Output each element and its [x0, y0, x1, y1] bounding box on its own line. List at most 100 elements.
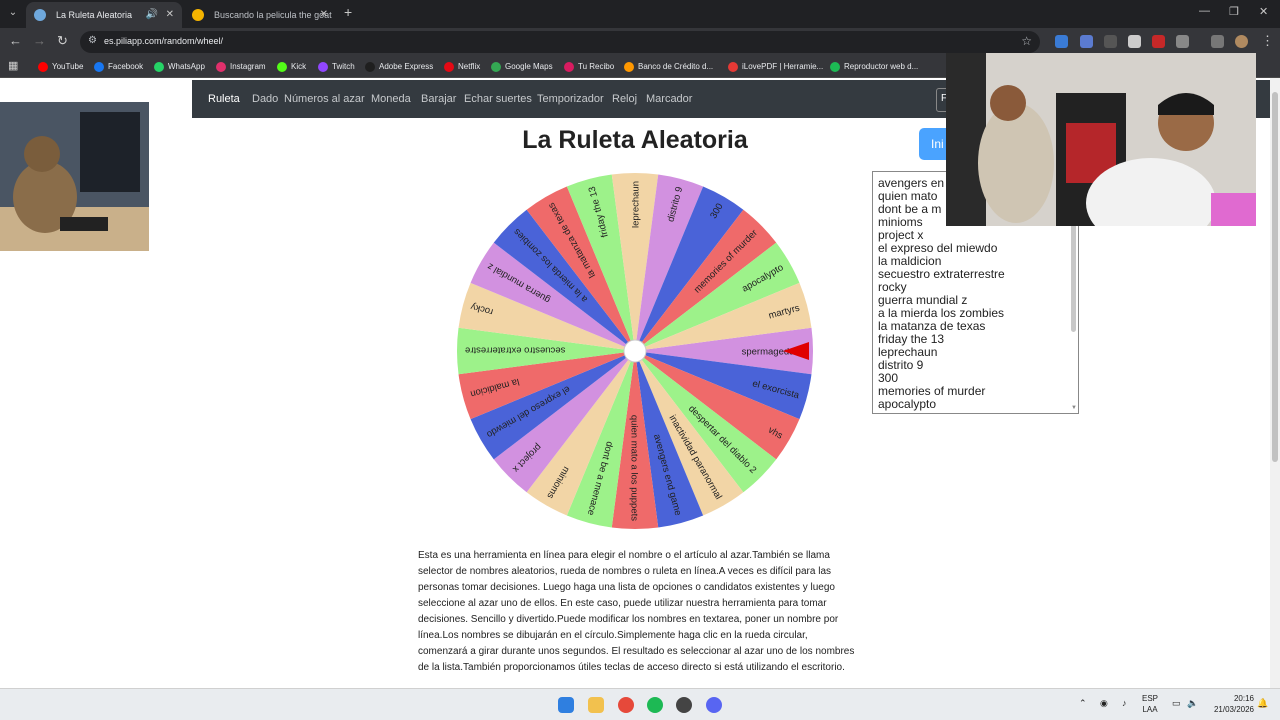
- nav-ruleta[interactable]: Ruleta: [208, 93, 240, 105]
- bookmark-item[interactable]: Adobe Express: [365, 61, 433, 75]
- tab-title: Buscando la pelicula the goat: [214, 10, 332, 20]
- spotify-icon[interactable]: [647, 697, 663, 713]
- bookmark-favicon-icon: [318, 62, 328, 72]
- bookmark-favicon-icon: [491, 62, 501, 72]
- extension-icon[interactable]: [1080, 35, 1093, 48]
- volume-icon[interactable]: 🔈: [1187, 698, 1198, 709]
- webcam-overlay-left: [0, 102, 149, 251]
- bookmark-item[interactable]: WhatsApp: [154, 61, 205, 75]
- tab-ruleta[interactable]: La Ruleta Aleatoria 🔊 ✕: [26, 2, 182, 28]
- nav-marcador[interactable]: Marcador: [646, 93, 692, 105]
- wheel-center-hub[interactable]: [623, 339, 647, 363]
- page-title: La Ruleta Aleatoria: [522, 126, 748, 154]
- show-hidden-icons[interactable]: ⌃: [1079, 698, 1087, 709]
- system-clock[interactable]: 20:16 21/03/2026: [1206, 693, 1254, 715]
- scroll-down-icon[interactable]: ▼: [1071, 405, 1077, 411]
- discord-tray-icon[interactable]: ◉: [1100, 698, 1108, 709]
- name-line: distrito 9: [878, 358, 924, 372]
- extension-icon[interactable]: [1128, 35, 1141, 48]
- nav-reloj[interactable]: Reloj: [612, 93, 637, 105]
- bookmark-item[interactable]: YouTube: [38, 61, 83, 75]
- nav-moneda[interactable]: Moneda: [371, 93, 411, 105]
- bookmark-label: Reproductor web d...: [844, 62, 919, 71]
- bookmark-item[interactable]: iLovePDF | Herramie...: [728, 61, 823, 75]
- discord-icon[interactable]: [706, 697, 722, 713]
- language-indicator[interactable]: ESP LAA: [1142, 693, 1158, 715]
- new-tab-icon[interactable]: +: [344, 4, 352, 20]
- bookmark-label: Kick: [291, 62, 307, 71]
- address-bar[interactable]: ⚙ es.piliapp.com/random/wheel/ ☆: [80, 31, 1040, 53]
- bookmark-item[interactable]: Tu Recibo: [564, 61, 614, 75]
- tab-favicon-icon: [192, 9, 204, 21]
- tab-title: La Ruleta Aleatoria: [56, 10, 133, 20]
- network-icon[interactable]: ▭: [1172, 698, 1181, 709]
- bookmark-label: iLovePDF | Herramie...: [742, 62, 824, 71]
- obs-icon[interactable]: [676, 697, 692, 713]
- back-icon[interactable]: ←: [9, 33, 22, 48]
- bookmark-favicon-icon: [624, 62, 634, 72]
- file-explorer-icon[interactable]: [588, 697, 604, 713]
- language-top: ESP: [1142, 694, 1159, 703]
- bookmark-label: Facebook: [108, 62, 144, 71]
- page-scrollbar[interactable]: [1270, 78, 1280, 688]
- bookmark-favicon-icon: [154, 62, 164, 72]
- bookmark-label: Twitch: [332, 62, 355, 71]
- bookmark-item[interactable]: Instagram: [216, 61, 266, 75]
- bookmark-label: Google Maps: [505, 62, 553, 71]
- menu-icon[interactable]: ⋮: [1261, 33, 1274, 49]
- bookmark-item[interactable]: Banco de Crédito d...: [624, 61, 713, 75]
- start-menu-icon[interactable]: [558, 697, 574, 713]
- notifications-icon[interactable]: 🔔: [1257, 698, 1268, 709]
- bookmark-label: Adobe Express: [379, 62, 434, 71]
- tab-search-icon[interactable]: ⌄: [4, 4, 22, 22]
- roulette-wheel[interactable]: spermageddonel exorcistavhsdespertar del…: [452, 168, 818, 534]
- extension-icon[interactable]: [1055, 35, 1068, 48]
- bookmark-item[interactable]: Reproductor web d...: [830, 61, 918, 75]
- bookmark-item[interactable]: Google Maps: [491, 61, 553, 75]
- tab-favicon-icon: [34, 9, 46, 21]
- clock-date: 21/03/2026: [1213, 705, 1254, 714]
- windows-taskbar: ⌃ ◉ ♪ ESP LAA ▭ 🔈 20:16 21/03/2026 🔔: [0, 688, 1280, 720]
- extension-icon[interactable]: [1152, 35, 1165, 48]
- reload-icon[interactable]: ↻: [57, 33, 68, 49]
- extension-icon[interactable]: [1104, 35, 1117, 48]
- bookmark-favicon-icon: [38, 62, 48, 72]
- tab-buscando[interactable]: Buscando la pelicula the goat ✕: [184, 2, 336, 28]
- nav-echar-suertes[interactable]: Echar suertes: [464, 93, 532, 105]
- chrome-icon[interactable]: [618, 697, 634, 713]
- bookmark-item[interactable]: Netflix: [444, 61, 480, 75]
- browser-tab-bar: ⌄ La Ruleta Aleatoria 🔊 ✕ Buscando la pe…: [0, 0, 1280, 28]
- bookmark-star-icon[interactable]: ☆: [1021, 34, 1032, 48]
- bookmark-favicon-icon: [216, 62, 226, 72]
- microphone-icon[interactable]: ♪: [1122, 698, 1127, 708]
- maximize-icon[interactable]: ❐: [1229, 5, 1239, 18]
- bookmark-item[interactable]: Twitch: [318, 61, 355, 75]
- nav-barajar[interactable]: Barajar: [421, 93, 456, 105]
- wheel-segment-label: leprechaun: [631, 181, 642, 228]
- nav-dado[interactable]: Dado: [252, 93, 278, 105]
- profile-avatar[interactable]: [1235, 35, 1248, 48]
- extensions-puzzle-icon[interactable]: [1176, 35, 1189, 48]
- reading-list-icon[interactable]: [1211, 35, 1224, 48]
- close-window-icon[interactable]: ✕: [1259, 5, 1268, 18]
- bookmark-favicon-icon: [94, 62, 104, 72]
- bookmark-label: YouTube: [52, 62, 84, 71]
- wheel-segment-label: quien mato a los puppets: [629, 415, 640, 521]
- site-info-icon[interactable]: ⚙: [88, 35, 97, 46]
- close-tab-icon[interactable]: ✕: [166, 2, 174, 28]
- forward-icon[interactable]: →: [33, 33, 46, 48]
- bookmark-label: Netflix: [458, 62, 481, 71]
- minimize-icon[interactable]: —: [1199, 5, 1210, 17]
- name-line: secuestro extraterrestre: [878, 267, 1005, 281]
- bookmark-item[interactable]: Facebook: [94, 61, 143, 75]
- textarea-scrollbar[interactable]: [1071, 224, 1076, 332]
- close-tab-icon[interactable]: ✕: [320, 2, 328, 28]
- speaker-icon[interactable]: 🔊: [146, 2, 158, 28]
- bookmark-item[interactable]: Kick: [277, 61, 306, 75]
- scrollbar-thumb[interactable]: [1272, 92, 1278, 462]
- nav-numeros[interactable]: Números al azar: [284, 93, 365, 105]
- bookmark-label: Banco de Crédito d...: [638, 62, 714, 71]
- bookmark-label: WhatsApp: [168, 62, 205, 71]
- nav-temporizador[interactable]: Temporizador: [537, 93, 604, 105]
- apps-grid-icon[interactable]: ▦: [8, 59, 18, 72]
